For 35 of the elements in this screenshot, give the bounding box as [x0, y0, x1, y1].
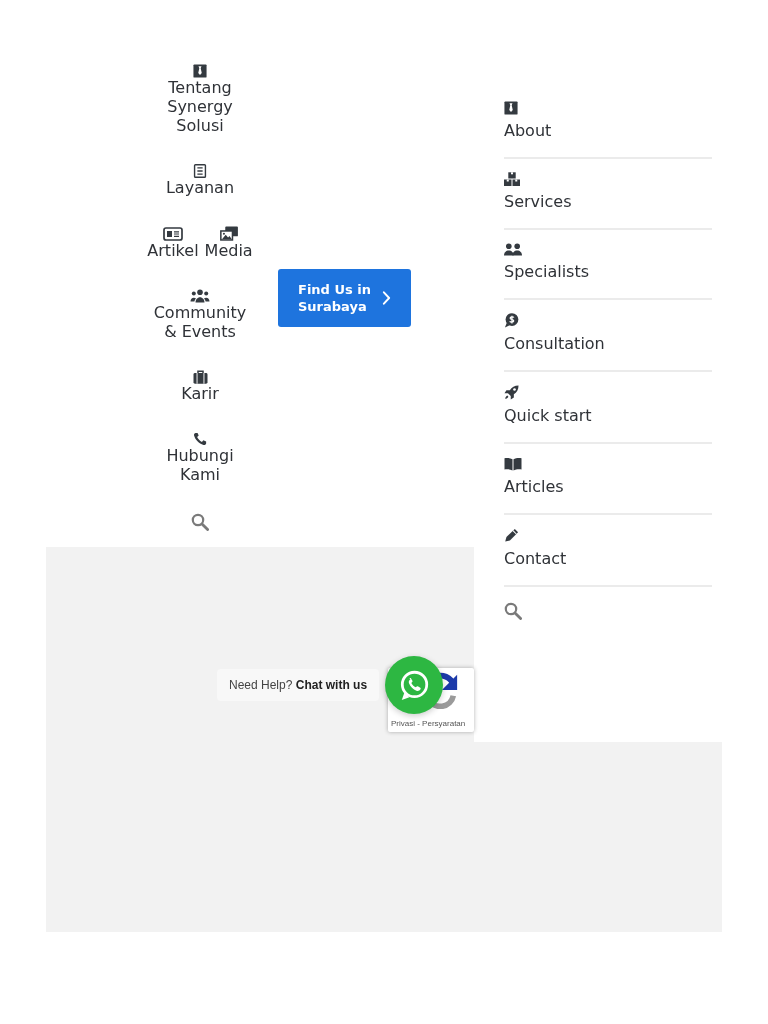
menu-link[interactable]: About — [504, 88, 712, 159]
menu-link[interactable]: Quick start — [504, 372, 712, 444]
dollar-speech-bubble-icon — [504, 313, 519, 328]
briefcase-icon — [192, 370, 208, 384]
menu-link[interactable]: Consultation — [504, 300, 712, 372]
boxes-icon — [504, 172, 520, 186]
pencil-icon — [504, 528, 519, 543]
nav-link[interactable]: Artikel — [147, 226, 199, 260]
images-icon — [218, 226, 239, 241]
menu-link[interactable]: Services — [504, 159, 712, 230]
chevron-right-icon — [382, 290, 391, 305]
menu-link[interactable]: Articles — [504, 444, 712, 515]
privacy-terms-links[interactable]: Privasi - Persyaratan — [391, 719, 466, 729]
tie-icon — [193, 64, 207, 78]
newspaper-icon — [162, 226, 183, 241]
book-icon — [504, 457, 522, 471]
document-list-icon — [193, 164, 207, 178]
find-us-button[interactable]: Find Us in Surabaya — [278, 268, 411, 327]
menu-link[interactable]: Contact — [504, 515, 712, 587]
users-icon — [190, 289, 210, 303]
phone-icon — [193, 432, 207, 446]
menu-link[interactable]: Specialists — [504, 230, 712, 300]
nav-link[interactable]: Layanan — [165, 164, 235, 197]
rocket-icon — [504, 385, 519, 400]
nav-link[interactable]: Media — [204, 226, 253, 260]
people-icon — [504, 243, 522, 256]
search-icon[interactable] — [504, 602, 522, 620]
chat-prompt[interactable]: Need Help? Chat with us — [217, 669, 380, 701]
nav-link[interactable]: Tentang Synergy Solusi — [146, 64, 254, 135]
search-icon[interactable] — [191, 513, 209, 531]
chat-button[interactable] — [385, 656, 443, 714]
nav-link[interactable]: Karir — [181, 370, 219, 403]
nav-link[interactable]: Community & Events — [146, 289, 254, 341]
nav-link[interactable]: Hubungi Kami — [146, 432, 254, 484]
tie-icon — [504, 101, 518, 115]
